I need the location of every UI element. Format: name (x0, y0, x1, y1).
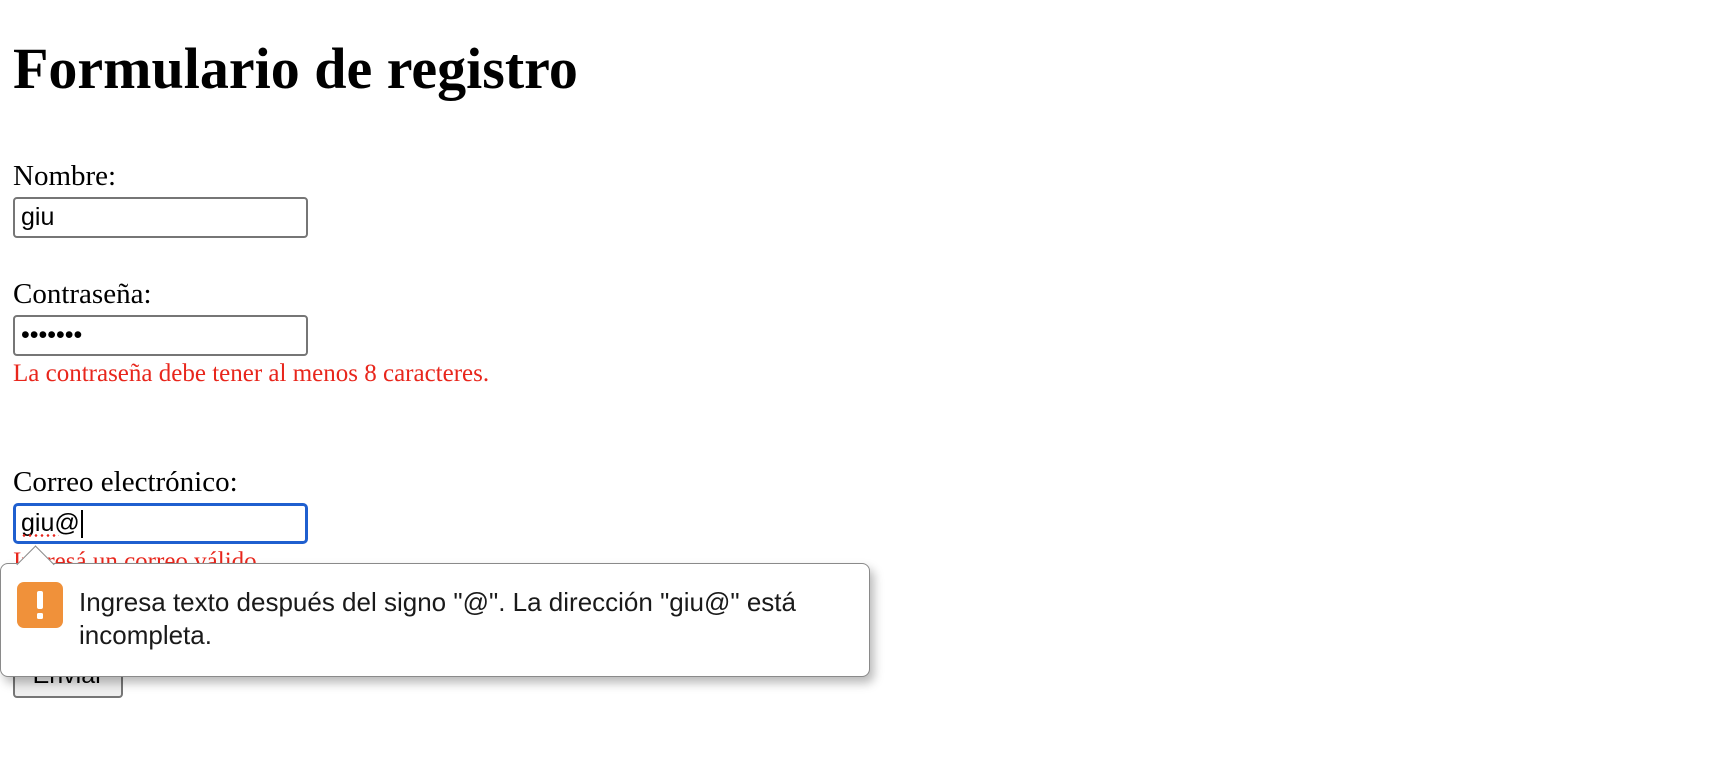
name-label: Nombre: (13, 160, 117, 192)
name-input[interactable] (13, 197, 308, 238)
password-error: La contraseña debe tener al menos 8 cara… (13, 360, 490, 387)
email-label: Correo electrónico: (13, 466, 238, 498)
password-input[interactable] (13, 315, 308, 356)
warning-icon (17, 582, 63, 628)
validation-tooltip: Ingresa texto después del signo "@". La … (0, 545, 870, 677)
page-title: Formulario de registro (13, 36, 578, 101)
password-label: Contraseña: (13, 278, 152, 310)
text-caret (80, 509, 83, 538)
tooltip-message: Ingresa texto después del signo "@". La … (79, 587, 796, 650)
spellcheck-underline (21, 534, 59, 537)
email-input[interactable]: giu@ (13, 503, 308, 544)
